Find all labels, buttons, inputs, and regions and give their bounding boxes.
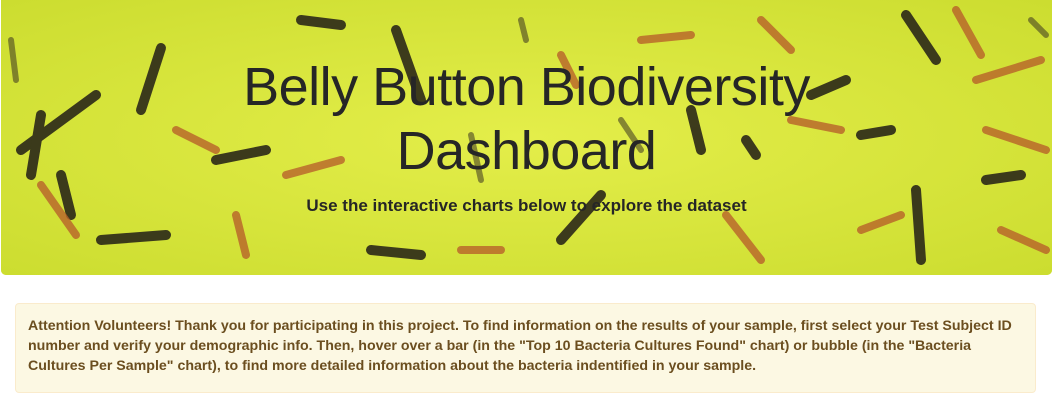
hero-text: Belly Button Biodiversity Dashboard Use … (1, 0, 1052, 275)
hero-banner: Belly Button Biodiversity Dashboard Use … (1, 0, 1052, 275)
page-title-line-1: Belly Button Biodiversity (243, 57, 810, 117)
alert-text: Attention Volunteers! Thank you for part… (28, 316, 1023, 376)
page-title: Belly Button Biodiversity Dashboard (1, 55, 1052, 183)
alert-lead: Attention Volunteers! (28, 318, 172, 334)
alert-message: Thank you for participating in this proj… (28, 318, 1012, 374)
page-subtitle: Use the interactive charts below to expl… (306, 196, 747, 215)
page-title-line-2: Dashboard (396, 121, 657, 181)
volunteer-alert: Attention Volunteers! Thank you for part… (15, 303, 1036, 393)
